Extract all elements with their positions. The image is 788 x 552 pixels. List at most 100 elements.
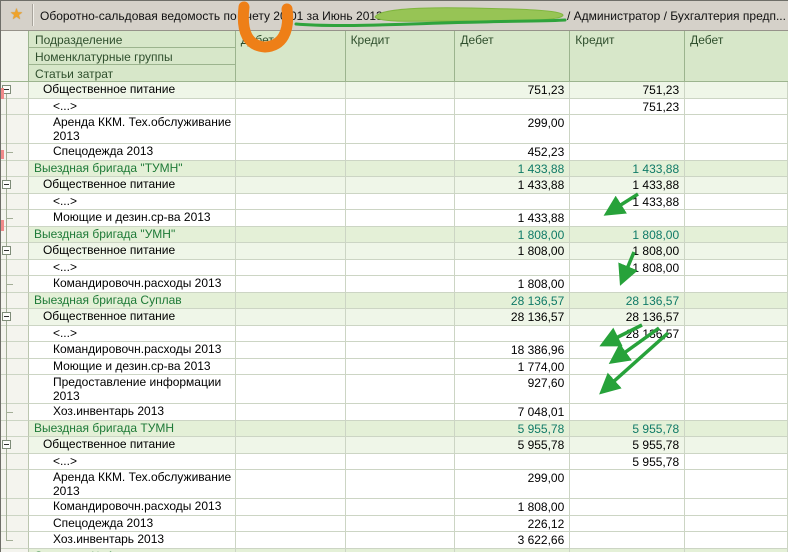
table-row[interactable]: Командировочн.расходы 20131 808,00 [1, 276, 788, 293]
cell-credit-opening[interactable] [346, 421, 456, 438]
table-row[interactable]: Аренда ККМ. Тех.обслуживание 2013299,00 [1, 115, 788, 144]
cell-debit-closing[interactable] [685, 161, 788, 178]
cell-debit-closing[interactable] [685, 421, 788, 438]
row-label[interactable]: Общественное питание [29, 177, 236, 194]
table-row[interactable]: <...>28 136,57 [1, 326, 788, 343]
cell-debit-opening[interactable] [236, 470, 346, 499]
table-row[interactable]: Общественное питание5 955,785 955,78 [1, 437, 788, 454]
cell-debit-opening[interactable] [236, 516, 346, 533]
cell-debit-opening[interactable] [236, 82, 346, 99]
cell-debit-closing[interactable] [685, 276, 788, 293]
cell-credit-turnover[interactable] [570, 499, 685, 516]
cell-debit-turnover[interactable]: 927,60 [455, 375, 570, 404]
row-label[interactable]: Общественное питание [29, 243, 236, 260]
collapse-minus-icon[interactable] [2, 85, 11, 94]
cell-debit-closing[interactable] [685, 177, 788, 194]
table-row[interactable]: Командировочн.расходы 20131 808,00 [1, 499, 788, 516]
row-label[interactable]: Аренда ККМ. Тех.обслуживание 2013 [29, 115, 236, 144]
row-label[interactable]: Моющие и дезин.ср-ва 2013 [29, 210, 236, 227]
cell-debit-closing[interactable] [685, 210, 788, 227]
cell-debit-opening[interactable] [236, 375, 346, 404]
cell-debit-closing[interactable] [685, 260, 788, 277]
row-label[interactable]: Хоз.инвентарь 2013 [29, 532, 236, 549]
cell-credit-opening[interactable] [346, 404, 456, 421]
cell-debit-turnover[interactable]: 226,12 [455, 516, 570, 533]
row-label[interactable]: Спецодежда 2013 [29, 144, 236, 161]
cell-debit-closing[interactable] [685, 115, 788, 144]
cell-debit-closing[interactable] [685, 499, 788, 516]
cell-credit-turnover[interactable] [570, 115, 685, 144]
cell-debit-closing[interactable] [685, 359, 788, 376]
collapse-minus-icon[interactable] [2, 440, 11, 449]
cell-credit-opening[interactable] [346, 326, 456, 343]
table-row[interactable]: <...>1 808,00 [1, 260, 788, 277]
cell-debit-turnover[interactable]: 1 808,00 [455, 499, 570, 516]
cell-debit-closing[interactable] [685, 437, 788, 454]
cell-credit-turnover[interactable]: 1 808,00 [570, 243, 685, 260]
cell-credit-turnover[interactable] [570, 470, 685, 499]
table-row[interactable]: Хоз.инвентарь 20137 048,01 [1, 404, 788, 421]
row-label[interactable]: <...> [29, 260, 236, 277]
cell-credit-opening[interactable] [346, 260, 456, 277]
cell-debit-closing[interactable] [685, 227, 788, 244]
table-row[interactable]: Общественное питание1 433,881 433,88 [1, 177, 788, 194]
cell-credit-turnover[interactable] [570, 359, 685, 376]
cell-credit-opening[interactable] [346, 144, 456, 161]
cell-credit-turnover[interactable]: 751,23 [570, 82, 685, 99]
cell-debit-turnover[interactable]: 1 433,88 [455, 161, 570, 178]
cell-credit-opening[interactable] [346, 342, 456, 359]
table-row[interactable]: Выездная бригада Суплав28 136,5728 136,5… [1, 293, 788, 310]
table-row[interactable]: Общественное питание751,23751,23 [1, 82, 788, 99]
cell-credit-turnover[interactable]: 5 955,78 [570, 437, 685, 454]
cell-debit-opening[interactable] [236, 194, 346, 211]
table-row[interactable]: Аренда ККМ. Тех.обслуживание 2013299,00 [1, 470, 788, 499]
cell-debit-closing[interactable] [685, 194, 788, 211]
table-row[interactable]: Моющие и дезин.ср-ва 20131 774,00 [1, 359, 788, 376]
cell-debit-turnover[interactable]: 1 433,88 [455, 210, 570, 227]
cell-debit-closing[interactable] [685, 144, 788, 161]
table-row[interactable]: <...> 5 955,78 [1, 454, 788, 471]
collapse-minus-icon[interactable] [2, 180, 11, 189]
cell-debit-turnover[interactable] [455, 99, 570, 116]
row-label[interactable]: Выездная бригада ТУМН [29, 421, 236, 438]
cell-debit-opening[interactable] [236, 359, 346, 376]
table-row[interactable]: Общественное питание1 808,001 808,00 [1, 243, 788, 260]
cell-credit-turnover[interactable]: 28 136,57 [570, 293, 685, 310]
cell-credit-opening[interactable] [346, 532, 456, 549]
row-label[interactable]: Общественное питание [29, 82, 236, 99]
cell-debit-turnover[interactable]: 1 774,00 [455, 359, 570, 376]
cell-debit-opening[interactable] [236, 309, 346, 326]
cell-debit-closing[interactable] [685, 532, 788, 549]
table-row[interactable]: Спецодежда 2013226,12 [1, 516, 788, 533]
cell-credit-turnover[interactable]: 1 433,88 [570, 194, 685, 211]
cell-credit-turnover[interactable]: 5 955,78 [570, 421, 685, 438]
cell-credit-turnover[interactable]: 5 955,78 [570, 454, 685, 471]
cell-debit-turnover[interactable]: 3 622,66 [455, 532, 570, 549]
row-label[interactable]: Предоставление информации 2013 [29, 375, 236, 404]
cell-debit-closing[interactable] [685, 375, 788, 404]
cell-debit-turnover[interactable]: 28 136,57 [455, 309, 570, 326]
cell-credit-opening[interactable] [346, 516, 456, 533]
cell-credit-turnover[interactable] [570, 144, 685, 161]
cell-credit-opening[interactable] [346, 99, 456, 116]
cell-debit-opening[interactable] [236, 243, 346, 260]
row-label[interactable]: <...> [29, 454, 236, 471]
table-row[interactable]: Моющие и дезин.ср-ва 2013 1 433,88 [1, 210, 788, 227]
favorite-star-icon[interactable]: ★ [4, 4, 29, 26]
cell-debit-opening[interactable] [236, 260, 346, 277]
row-label[interactable]: Выездная бригада Суплав [29, 293, 236, 310]
cell-credit-opening[interactable] [346, 549, 456, 552]
row-label[interactable]: Хоз.инвентарь 2013 [29, 404, 236, 421]
cell-debit-turnover[interactable] [455, 326, 570, 343]
cell-debit-opening[interactable] [236, 549, 346, 552]
cell-credit-opening[interactable] [346, 115, 456, 144]
row-label[interactable]: Столовая № 1 [29, 549, 236, 552]
cell-credit-opening[interactable] [346, 227, 456, 244]
cell-credit-turnover[interactable] [570, 532, 685, 549]
cell-credit-opening[interactable] [346, 210, 456, 227]
cell-credit-turnover[interactable]: 1 808,00 [570, 227, 685, 244]
cell-debit-opening[interactable] [236, 532, 346, 549]
row-label[interactable]: Выездная бригада "УМН" [29, 227, 236, 244]
cell-debit-closing[interactable] [685, 309, 788, 326]
row-label[interactable]: Общественное питание [29, 437, 236, 454]
